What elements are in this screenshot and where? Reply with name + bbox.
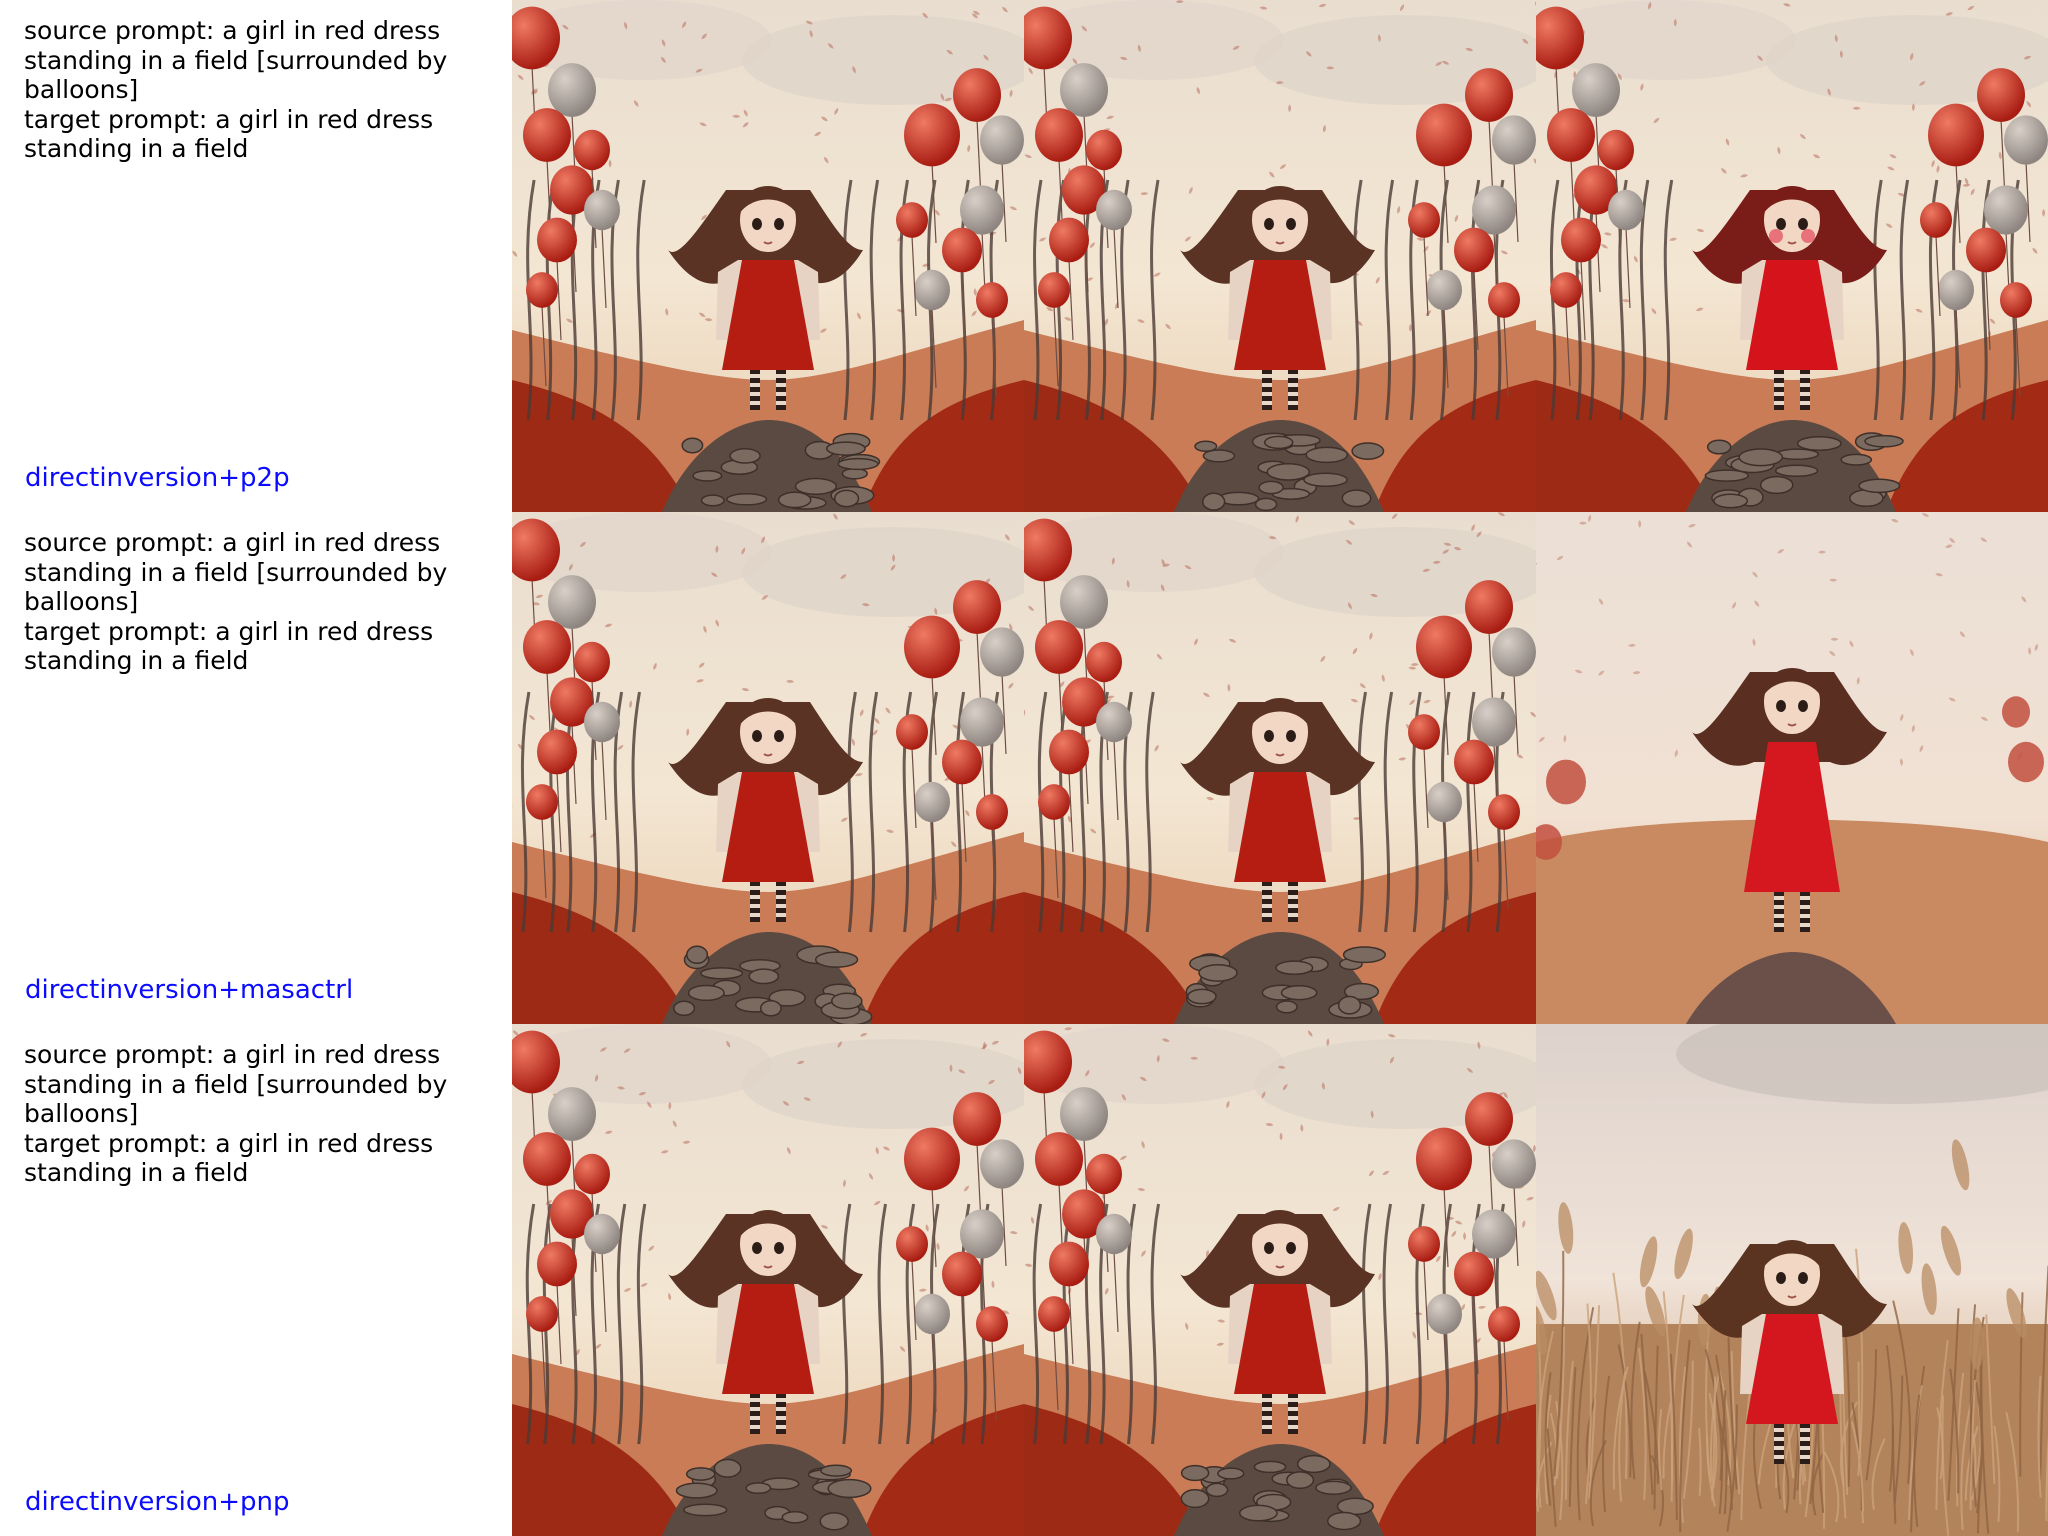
source-prompt: source prompt: a girl in red dress stand… (24, 528, 448, 616)
illustration (512, 0, 1024, 512)
source-prompt: source prompt: a girl in red dress stand… (24, 1040, 448, 1128)
illustration (512, 1024, 1024, 1536)
prompt-panel: source prompt: a girl in red dress stand… (0, 0, 512, 512)
illustration (1536, 1024, 2048, 1536)
target-prompt: target prompt: a girl in red dress stand… (24, 104, 434, 164)
reconstructed-image (1024, 0, 1536, 512)
source-image (512, 1024, 1024, 1536)
method-label: directinversion+p2p (25, 463, 290, 493)
target-prompt: target prompt: a girl in red dress stand… (24, 1128, 434, 1188)
edited-image (1536, 0, 2048, 512)
prompt-text: source prompt: a girl in red dress stand… (24, 16, 464, 164)
illustration (1024, 1024, 1536, 1536)
result-row: source prompt: a girl in red dress stand… (0, 512, 2048, 1024)
method-label: directinversion+masactrl (25, 975, 354, 1005)
prompt-text: source prompt: a girl in red dress stand… (24, 528, 464, 676)
source-prompt: source prompt: a girl in red dress stand… (24, 16, 448, 104)
prompt-panel: source prompt: a girl in red dress stand… (0, 1024, 512, 1536)
edited-image (1536, 512, 2048, 1024)
result-row: source prompt: a girl in red dress stand… (0, 0, 2048, 512)
comparison-grid: source prompt: a girl in red dress stand… (0, 0, 2048, 1536)
illustration (1024, 512, 1536, 1024)
illustration (1536, 0, 2048, 512)
result-row: source prompt: a girl in red dress stand… (0, 1024, 2048, 1536)
prompt-panel: source prompt: a girl in red dress stand… (0, 512, 512, 1024)
reconstructed-image (1024, 1024, 1536, 1536)
illustration (1536, 512, 2048, 1024)
prompt-text: source prompt: a girl in red dress stand… (24, 1040, 464, 1188)
method-label: directinversion+pnp (25, 1487, 290, 1517)
edited-image (1536, 1024, 2048, 1536)
illustration (512, 512, 1024, 1024)
source-image (512, 512, 1024, 1024)
target-prompt: target prompt: a girl in red dress stand… (24, 616, 434, 676)
illustration (1024, 0, 1536, 512)
reconstructed-image (1024, 512, 1536, 1024)
source-image (512, 0, 1024, 512)
